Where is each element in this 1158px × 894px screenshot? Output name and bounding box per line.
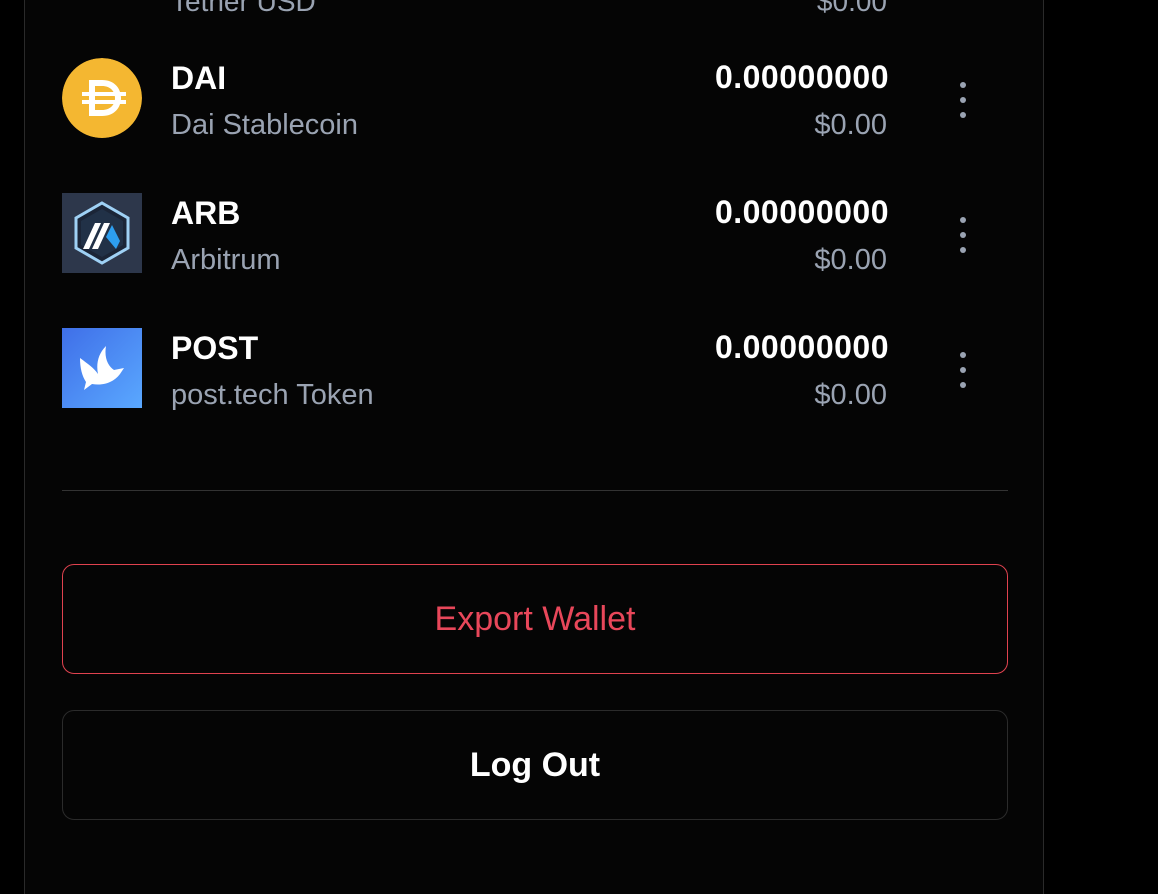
divider: [62, 490, 1008, 491]
token-name: Tether USD: [171, 0, 316, 17]
token-name: Dai Stablecoin: [171, 109, 358, 141]
more-options-icon[interactable]: [951, 82, 975, 118]
post-bird-icon: [62, 328, 142, 408]
token-row-partial[interactable]: Tether USD $0.00: [25, 0, 1043, 17]
token-symbol: ARB: [171, 195, 241, 231]
token-usd-value: $0.00: [816, 0, 887, 17]
log-out-button[interactable]: Log Out: [62, 710, 1008, 820]
more-options-icon[interactable]: [951, 352, 975, 388]
token-symbol: POST: [171, 330, 259, 366]
token-row-post[interactable]: POST post.tech Token 0.00000000 $0.00: [25, 328, 1043, 412]
token-usd-value: $0.00: [814, 244, 887, 276]
token-amount: 0.00000000: [714, 59, 889, 95]
token-amount: 0.00000000: [714, 329, 889, 365]
dai-icon: [62, 58, 142, 138]
token-symbol: DAI: [171, 60, 227, 96]
token-name: post.tech Token: [171, 379, 374, 411]
token-name: Arbitrum: [171, 244, 281, 276]
token-row-arb[interactable]: ARB Arbitrum 0.00000000 $0.00: [25, 193, 1043, 277]
token-usd-value: $0.00: [814, 109, 887, 141]
token-row-dai[interactable]: DAI Dai Stablecoin 0.00000000 $0.00: [25, 58, 1043, 142]
arbitrum-icon: [62, 193, 142, 273]
wallet-panel: Tether USD $0.00 DAI Dai Stablecoin 0.00…: [24, 0, 1044, 894]
more-options-icon[interactable]: [951, 217, 975, 253]
token-amount: 0.00000000: [714, 194, 889, 230]
export-wallet-button[interactable]: Export Wallet: [62, 564, 1008, 674]
token-usd-value: $0.00: [814, 379, 887, 411]
